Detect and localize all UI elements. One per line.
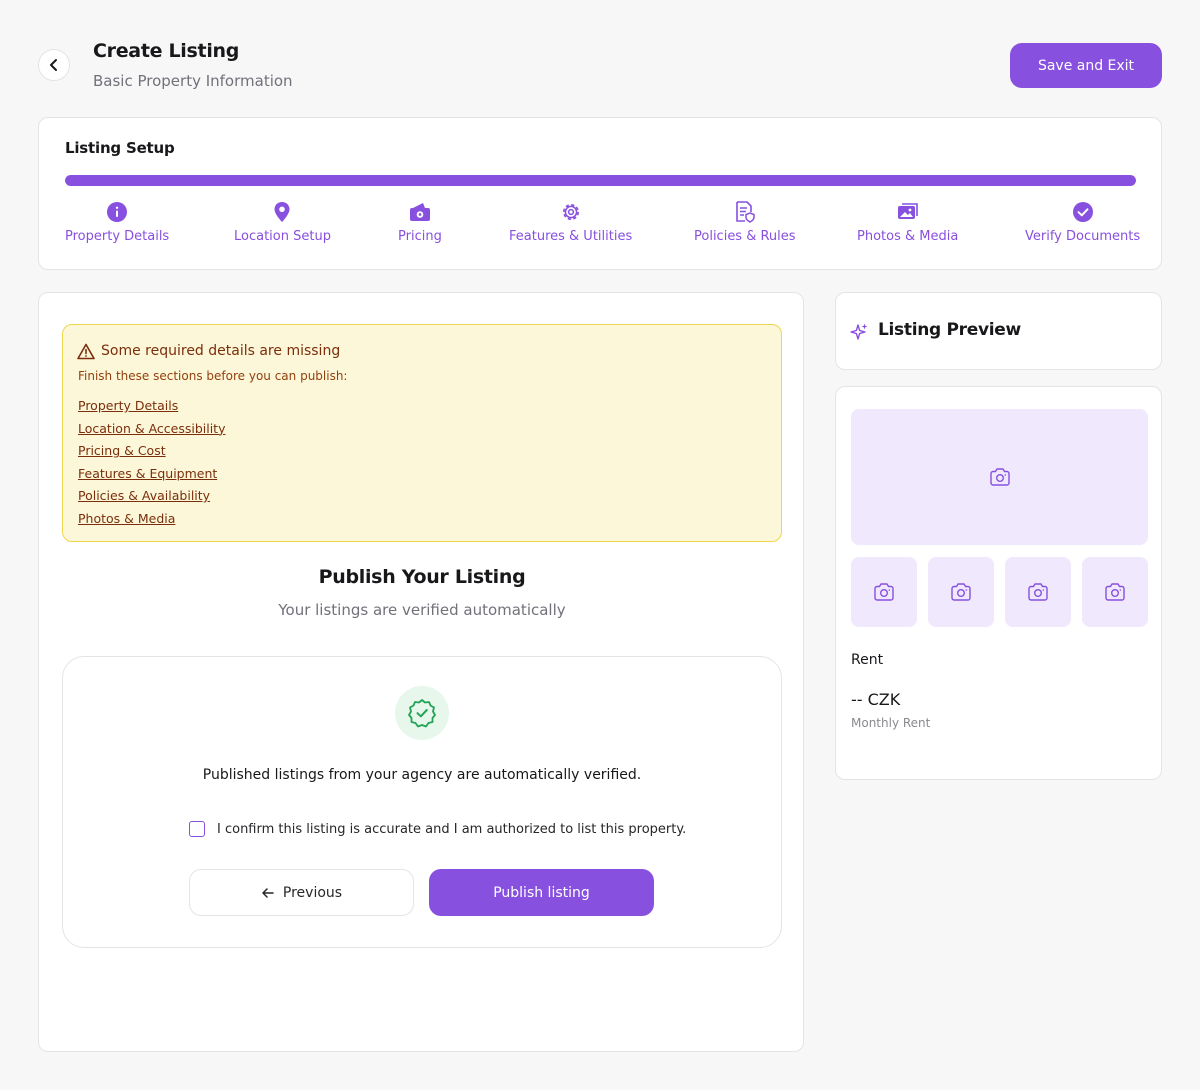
publish-listing-button[interactable]: Publish listing	[429, 869, 654, 916]
step-features-utilities[interactable]: Features & Utilities	[509, 200, 632, 244]
thumbnail-placeholder	[1082, 557, 1148, 627]
listing-setup-title: Listing Setup	[65, 139, 175, 157]
verified-badge	[395, 686, 449, 740]
step-label: Features & Utilities	[509, 229, 633, 244]
camera-icon	[989, 468, 1010, 486]
camera-icon	[951, 583, 971, 601]
thumbnail-placeholder	[1005, 557, 1071, 627]
warning-triangle-icon	[77, 343, 95, 360]
step-verify-documents[interactable]: Verify Documents	[1025, 200, 1140, 244]
camera-icon	[1028, 583, 1048, 601]
previous-button-label: Previous	[282, 884, 343, 901]
link-location-accessibility[interactable]: Location & Accessibility	[78, 421, 225, 436]
rent-label: Rent	[851, 652, 884, 668]
list-item: Policies & Availability	[78, 485, 225, 508]
confirm-row: I confirm this listing is accurate and I…	[189, 821, 686, 837]
previous-button[interactable]: Previous	[189, 869, 414, 916]
link-photos-media[interactable]: Photos & Media	[78, 511, 175, 526]
arrow-left-icon	[262, 887, 274, 898]
thumbnail-placeholder	[851, 557, 917, 627]
save-and-exit-button[interactable]: Save and Exit	[1010, 43, 1162, 88]
gear-icon	[562, 203, 579, 221]
step-label: Policies & Rules	[694, 229, 796, 244]
check-circle-icon	[1072, 202, 1093, 222]
step-label: Photos & Media	[857, 229, 959, 244]
location-pin-icon	[274, 202, 290, 222]
link-property-details[interactable]: Property Details	[78, 398, 178, 413]
back-button[interactable]	[38, 49, 70, 81]
list-item: Features & Equipment	[78, 463, 225, 486]
link-policies-availability[interactable]: Policies & Availability	[78, 488, 210, 503]
confirm-checkbox[interactable]	[189, 821, 205, 837]
arrow-left-icon	[50, 59, 57, 71]
policy-document-icon	[735, 201, 755, 223]
listing-preview-title: Listing Preview	[878, 320, 1021, 340]
link-features-equipment[interactable]: Features & Equipment	[78, 466, 217, 481]
step-label: Verify Documents	[1025, 229, 1141, 244]
missing-sections-list: Property Details Location & Accessibilit…	[78, 395, 225, 530]
confirm-label: I confirm this listing is accurate and I…	[217, 821, 687, 837]
list-item: Location & Accessibility	[78, 418, 225, 441]
thumbnail-placeholder	[928, 557, 994, 627]
page-title: Create Listing	[93, 40, 240, 62]
money-icon	[409, 203, 430, 221]
verified-badge-icon	[408, 699, 436, 728]
step-property-details[interactable]: Property Details	[65, 200, 169, 244]
list-item: Pricing & Cost	[78, 440, 225, 463]
rent-value: -- CZK	[851, 690, 901, 709]
step-location-setup[interactable]: Location Setup	[234, 200, 331, 244]
main-photo-placeholder	[851, 409, 1148, 545]
step-label: Property Details	[65, 229, 170, 244]
sparkle-icon	[850, 323, 868, 340]
step-photos-media[interactable]: Photos & Media	[857, 200, 958, 244]
listing-preview-card: Rent -- CZK Monthly Rent	[835, 386, 1162, 780]
link-pricing-cost[interactable]: Pricing & Cost	[78, 443, 166, 458]
page-header: Create Listing Basic Property Informatio…	[38, 38, 1162, 98]
step-policies-rules[interactable]: Policies & Rules	[694, 200, 796, 244]
publish-card: Some required details are missing Finish…	[38, 292, 804, 1052]
publish-title: Publish Your Listing	[318, 566, 526, 588]
listing-setup-card: Listing Setup Property Details Location …	[38, 117, 1162, 270]
camera-icon	[874, 583, 894, 601]
page-subtitle: Basic Property Information	[93, 72, 293, 90]
publish-subtitle: Your listings are verified automatically	[278, 601, 566, 619]
photo-gallery-icon	[897, 203, 918, 219]
info-icon	[107, 202, 128, 222]
list-item: Photos & Media	[78, 508, 225, 531]
list-item: Property Details	[78, 395, 225, 418]
alert-title: Some required details are missing	[101, 343, 341, 359]
camera-icon	[1105, 583, 1125, 601]
rent-period: Monthly Rent	[851, 716, 931, 730]
step-label: Location Setup	[234, 229, 331, 244]
alert-description: Finish these sections before you can pub…	[78, 369, 348, 383]
step-pricing[interactable]: Pricing	[398, 200, 442, 244]
listing-preview-header: Listing Preview	[835, 292, 1162, 370]
auto-verify-text: Published listings from your agency are …	[202, 767, 642, 783]
setup-progress-fill	[65, 175, 1136, 186]
missing-details-alert: Some required details are missing Finish…	[62, 324, 782, 542]
verification-box: Published listings from your agency are …	[62, 656, 782, 948]
step-label: Pricing	[398, 229, 442, 244]
setup-progress-bar	[65, 175, 1136, 186]
